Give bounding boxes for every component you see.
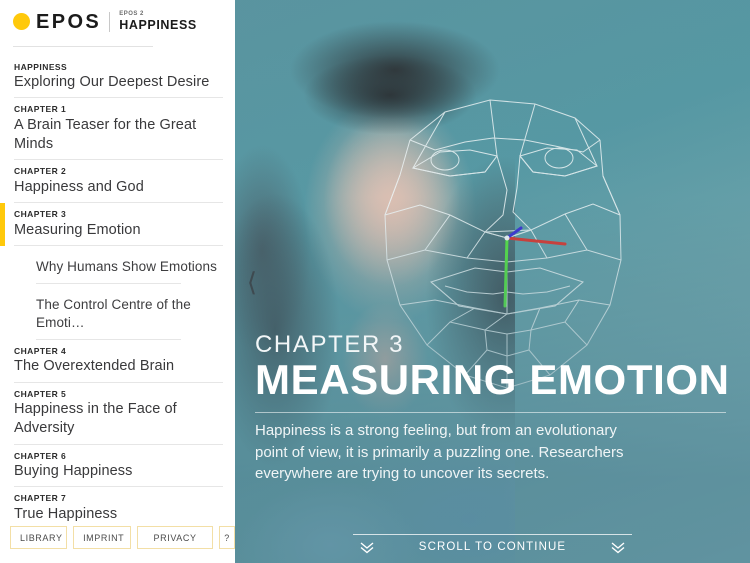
- scroll-to-continue-bar[interactable]: SCROLL TO CONTINUE: [235, 525, 750, 563]
- scroll-to-continue-label: SCROLL TO CONTINUE: [418, 541, 567, 553]
- toc-item-chapter-6[interactable]: CHAPTER 6 Buying Happiness: [0, 445, 235, 488]
- toc-item-the-control-centre-of-the-emoti[interactable]: The Control Centre of the Emoti…: [0, 284, 235, 340]
- toc-item-eyebrow: CHAPTER 5: [14, 388, 67, 399]
- toc-item-why-humans-show-emotions[interactable]: Why Humans Show Emotions: [0, 246, 235, 285]
- toc-item-chapter-3[interactable]: CHAPTER 3 Measuring Emotion: [0, 203, 235, 247]
- toc-item-eyebrow: CHAPTER 3: [14, 209, 67, 220]
- toc-item-title: A Brain Teaser for the Great Minds: [14, 117, 197, 153]
- toc-item-eyebrow: CHAPTER 1: [14, 104, 67, 115]
- toc-item-title: Exploring Our Deepest Desire: [14, 74, 210, 91]
- toc-item-chapter-7[interactable]: CHAPTER 7 True Happiness: [0, 487, 235, 526]
- brand-name: EPOS: [36, 10, 102, 33]
- brand-edition-label: HAPPINESS: [119, 18, 197, 33]
- toc-item-title: The Overextended Brain: [14, 358, 175, 375]
- toc-item-title: Measuring Emotion: [14, 222, 141, 239]
- hero-description: Happiness is a strong feeling, but from …: [255, 421, 624, 483]
- app-root: EPOS EPOS 2 HAPPINESS HAPPINESS Exploring…: [0, 0, 750, 563]
- brand-edition: EPOS 2 HAPPINESS: [119, 11, 197, 33]
- hero-divider: [255, 411, 726, 413]
- toc-item-eyebrow: CHAPTER 4: [14, 345, 67, 356]
- brand-series: EPOS 2: [119, 10, 144, 17]
- double-chevron-down-icon-left: [359, 540, 375, 554]
- toc-item-chapter-2[interactable]: CHAPTER 2 Happiness and God: [0, 160, 235, 204]
- toc-item-eyebrow: CHAPTER 6: [14, 450, 67, 461]
- toc-item-title: True Happiness: [14, 506, 118, 523]
- sidebar-footer: LIBRARY IMPRINT PRIVACY ?: [0, 526, 235, 563]
- toc-item-chapter-4[interactable]: CHAPTER 4 The Overextended Brain: [0, 340, 235, 383]
- page-title: MEASURING EMOTION: [255, 356, 730, 404]
- chevron-left-icon[interactable]: ⟨: [241, 262, 263, 302]
- hero-chapter-label: CHAPTER 3: [255, 330, 405, 358]
- privacy-button[interactable]: PRIVACY: [137, 526, 214, 549]
- toc-item-happiness[interactable]: HAPPINESS Exploring Our Deepest Desire: [0, 56, 235, 99]
- sidebar: EPOS EPOS 2 HAPPINESS HAPPINESS Exploring…: [0, 0, 235, 563]
- toc-item-eyebrow: HAPPINESS: [14, 61, 68, 72]
- toc-item-chapter-5[interactable]: CHAPTER 5 Happiness in the Face of Advers…: [0, 383, 235, 445]
- toc-item-title: Happiness in the Face of Adversity: [14, 401, 177, 437]
- imprint-button[interactable]: IMPRINT: [73, 526, 132, 549]
- toc-item-title: Buying Happiness: [14, 463, 133, 480]
- brand-logo[interactable]: EPOS EPOS 2 HAPPINESS: [0, 0, 235, 44]
- hero-panel: ⟨ CHAPTER 3 MEASURING EMOTION Happiness …: [235, 0, 750, 563]
- toc-item-title: The Control Centre of the Emoti…: [36, 297, 191, 330]
- toc-item-eyebrow: CHAPTER 7: [14, 493, 67, 504]
- toc-item-eyebrow: CHAPTER 2: [14, 166, 67, 177]
- table-of-contents: HAPPINESS Exploring Our Deepest Desire CHA…: [0, 47, 235, 526]
- library-button[interactable]: LIBRARY: [10, 526, 68, 549]
- toc-item-title: Why Humans Show Emotions: [36, 259, 217, 275]
- toc-item-chapter-1[interactable]: CHAPTER 1 A Brain Teaser for the Great Mi…: [0, 98, 235, 161]
- hero-text-block: CHAPTER 3 MEASURING EMOTION Happiness is…: [255, 330, 730, 485]
- toc-item-title: Happiness and God: [14, 179, 144, 196]
- help-button[interactable]: ?: [219, 526, 235, 549]
- brand-divider: [109, 11, 111, 32]
- double-chevron-down-icon-right: [610, 540, 626, 554]
- yellow-dot-icon: [13, 13, 30, 31]
